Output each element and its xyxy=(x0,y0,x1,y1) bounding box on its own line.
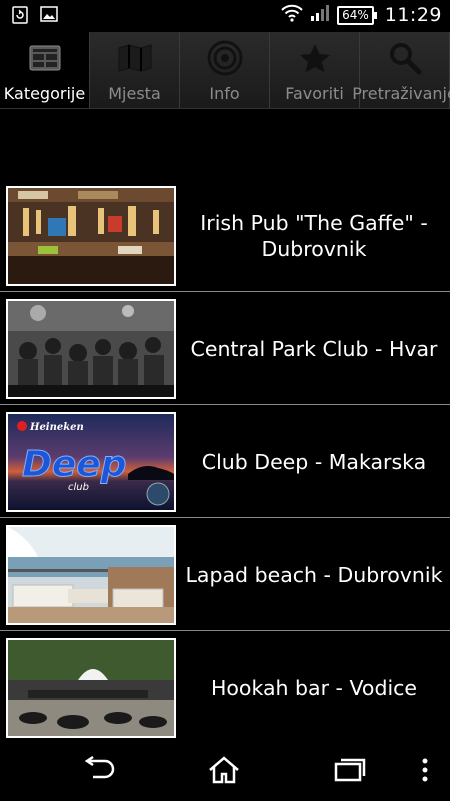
signal-icon xyxy=(310,4,330,26)
item-title: Irish Pub "The Gaffe" - Dubrovnik xyxy=(200,210,428,261)
thumb-logo-text: Deep xyxy=(22,444,126,485)
tab-label: Favoriti xyxy=(285,84,344,103)
back-icon[interactable] xyxy=(83,755,117,789)
thumbnail-image xyxy=(6,299,176,399)
image-notification-icon xyxy=(40,6,58,28)
tab-label: Mjesta xyxy=(108,84,161,103)
recent-apps-icon[interactable] xyxy=(333,755,367,789)
search-icon xyxy=(388,38,422,78)
tab-label: Kategorije xyxy=(3,84,86,103)
tab-bar: Kategorije Mjesta Info Favoriti Pretraži… xyxy=(0,32,450,109)
tab-label: Info xyxy=(209,84,240,103)
thumbnail-image xyxy=(6,525,176,625)
item-title: Hookah bar - Vodice xyxy=(210,675,418,700)
list-item[interactable]: Irish Pub "The Gaffe" - Dubrovnik xyxy=(0,180,450,292)
item-title: Central Park Club - Hvar xyxy=(190,336,438,361)
sync-notification-icon xyxy=(12,6,28,28)
tab-label: Pretraživanje xyxy=(352,84,450,103)
thumb-brand-text: Heineken xyxy=(29,422,84,433)
list-item[interactable]: Hookah bar - Vodice xyxy=(0,632,450,744)
thumbnail-image xyxy=(6,638,176,738)
clock: 11:29 xyxy=(384,4,442,26)
tab-mjesta[interactable]: Mjesta xyxy=(90,32,180,108)
system-nav-bar xyxy=(0,741,450,801)
battery-icon: 64% xyxy=(337,5,377,25)
category-list: Irish Pub "The Gaffe" - Dubrovnik Centra… xyxy=(0,180,450,744)
map-icon xyxy=(117,38,153,78)
status-bar: 64% 11:29 xyxy=(0,0,450,32)
tab-kategorije[interactable]: Kategorije xyxy=(0,32,90,108)
list-item[interactable]: Heineken Deep club Club Deep - Makarska xyxy=(0,406,450,518)
star-icon xyxy=(298,38,332,78)
grid-icon xyxy=(28,38,62,78)
item-title: Lapad beach - Dubrovnik xyxy=(185,562,443,587)
list-item[interactable]: Lapad beach - Dubrovnik xyxy=(0,519,450,631)
thumbnail-image: Heineken Deep club xyxy=(6,412,176,512)
thumbnail-image xyxy=(6,186,176,286)
item-title: Club Deep - Makarska xyxy=(201,449,427,474)
tab-favoriti[interactable]: Favoriti xyxy=(270,32,360,108)
tab-pretrazivanje[interactable]: Pretraživanje xyxy=(352,32,450,108)
thumb-sub-text: club xyxy=(68,482,89,493)
menu-overflow-icon[interactable] xyxy=(419,755,431,789)
home-icon[interactable] xyxy=(207,755,241,789)
wifi-icon xyxy=(281,4,303,26)
tab-info[interactable]: Info xyxy=(180,32,270,108)
target-icon xyxy=(207,38,243,78)
list-item[interactable]: Central Park Club - Hvar xyxy=(0,293,450,405)
